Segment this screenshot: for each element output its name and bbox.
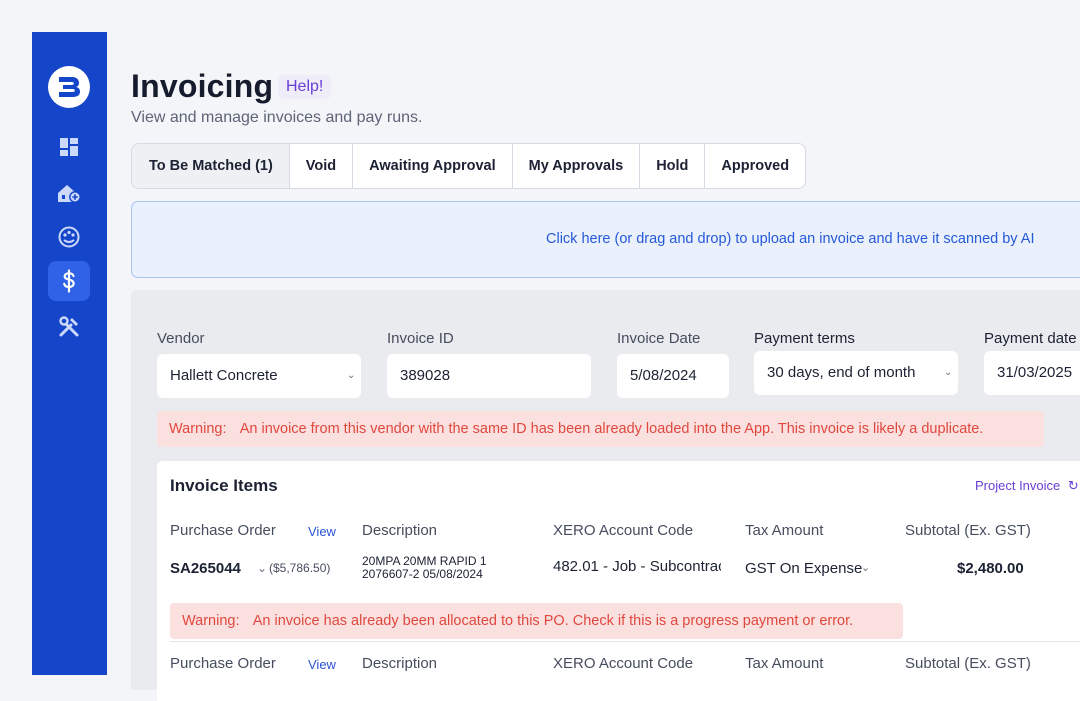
nav-dashboard[interactable] — [48, 127, 90, 167]
tax-select[interactable]: GST On Expense — [745, 560, 862, 577]
tab-to-be-matched[interactable]: To Be Matched (1) — [132, 144, 290, 188]
page-title: Invoicing — [131, 68, 273, 105]
upload-instructions: Click here (or drag and drop) to upload … — [546, 231, 1034, 247]
chevron-down-icon: ⌄ — [944, 351, 952, 395]
invoice-detail-panel: Vendor Hallett Concrete ⌄ Invoice ID 389… — [131, 290, 1080, 690]
subtotal-value: $2,480.00 — [957, 560, 1024, 577]
col-tax-amount: Tax Amount — [745, 655, 823, 672]
invoice-tabs: To Be Matched (1) Void Awaiting Approval… — [131, 143, 806, 189]
duplicate-invoice-warning: Warning: An invoice from this vendor wit… — [157, 411, 1044, 447]
payment-date-value: 31/03/2025 — [997, 364, 1072, 381]
payment-date-input[interactable]: 31/03/2025 — [984, 351, 1080, 395]
view-po-link[interactable]: View — [308, 524, 336, 539]
brand-b-logo-icon — [55, 73, 83, 101]
dollar-icon — [61, 269, 77, 293]
view-po-link[interactable]: View — [308, 657, 336, 672]
col-purchase-order: Purchase Order — [170, 655, 276, 672]
po-allocated-warning: Warning: An invoice has already been all… — [170, 603, 903, 639]
col-subtotal: Subtotal (Ex. GST) — [905, 522, 1031, 539]
invoice-id-label: Invoice ID — [387, 330, 454, 347]
help-link[interactable]: Help! — [278, 75, 331, 99]
vendor-select[interactable]: Hallett Concrete ⌄ — [157, 354, 361, 398]
payment-terms-select[interactable]: 30 days, end of month ⌄ — [754, 351, 958, 395]
tab-awaiting-approval[interactable]: Awaiting Approval — [353, 144, 513, 188]
dashboard-icon — [59, 137, 79, 157]
tab-void[interactable]: Void — [290, 144, 353, 188]
col-description: Description — [362, 655, 437, 672]
payment-date-label: Payment date — [984, 330, 1077, 347]
warning-message: An invoice from this vendor with the sam… — [240, 421, 984, 437]
chevron-down-icon: ⌄ — [347, 354, 355, 398]
col-subtotal: Subtotal (Ex. GST) — [905, 655, 1031, 672]
invoice-date-input[interactable]: 5/08/2024 — [617, 354, 729, 398]
home-add-icon — [57, 182, 81, 204]
invoice-items-title: Invoice Items — [170, 476, 278, 496]
po-number[interactable]: SA265044 — [170, 560, 241, 577]
warning-prefix: Warning: — [169, 421, 226, 437]
account-code-field[interactable]: 482.01 - Job - Subcontractors — [553, 558, 721, 575]
tools-icon — [58, 316, 80, 338]
brand-logo[interactable] — [48, 66, 90, 108]
chevron-down-icon[interactable]: ⌄ — [861, 561, 870, 574]
nav-design[interactable] — [48, 217, 90, 257]
col-purchase-order: Purchase Order — [170, 522, 276, 539]
invoice-date-label: Invoice Date — [617, 330, 700, 347]
invoice-upload-dropzone[interactable]: Click here (or drag and drop) to upload … — [131, 201, 1080, 278]
tab-hold[interactable]: Hold — [640, 144, 705, 188]
vendor-label: Vendor — [157, 330, 205, 347]
project-invoice-label: Project Invoice — [975, 478, 1060, 493]
col-tax-amount: Tax Amount — [745, 522, 823, 539]
col-description: Description — [362, 522, 437, 539]
po-amount: ($5,786.50) — [269, 561, 330, 575]
col-account-code: XERO Account Code — [553, 522, 693, 539]
invoice-id-value: 389028 — [400, 367, 450, 384]
invoice-date-value: 5/08/2024 — [630, 367, 697, 384]
warning-prefix: Warning: — [182, 613, 239, 629]
nav-projects[interactable] — [48, 173, 90, 213]
row-divider — [170, 641, 1080, 642]
invoice-items-card: Invoice Items Project Invoice ↻ Purchase… — [157, 461, 1080, 701]
payment-terms-label: Payment terms — [754, 330, 855, 347]
payment-terms-value: 30 days, end of month — [767, 364, 915, 381]
nav-invoicing[interactable] — [48, 261, 90, 301]
warning-message: An invoice has already been allocated to… — [253, 613, 853, 629]
palette-icon — [58, 226, 80, 248]
col-account-code: XERO Account Code — [553, 655, 693, 672]
tab-my-approvals[interactable]: My Approvals — [513, 144, 641, 188]
refresh-icon: ↻ — [1068, 478, 1079, 493]
vendor-value: Hallett Concrete — [170, 367, 278, 384]
page-subtitle: View and manage invoices and pay runs. — [131, 109, 422, 127]
sidebar — [32, 32, 107, 675]
nav-tools[interactable] — [48, 307, 90, 347]
chevron-down-icon[interactable]: ⌄ — [257, 561, 267, 575]
project-invoice-toggle[interactable]: Project Invoice ↻ — [975, 478, 1079, 494]
main-content: Invoicing Help! View and manage invoices… — [131, 0, 1080, 675]
item-description-line2: 2076607-2 05/08/2024 — [362, 568, 483, 581]
tab-approved[interactable]: Approved — [705, 144, 805, 188]
invoice-id-input[interactable]: 389028 — [387, 354, 591, 398]
